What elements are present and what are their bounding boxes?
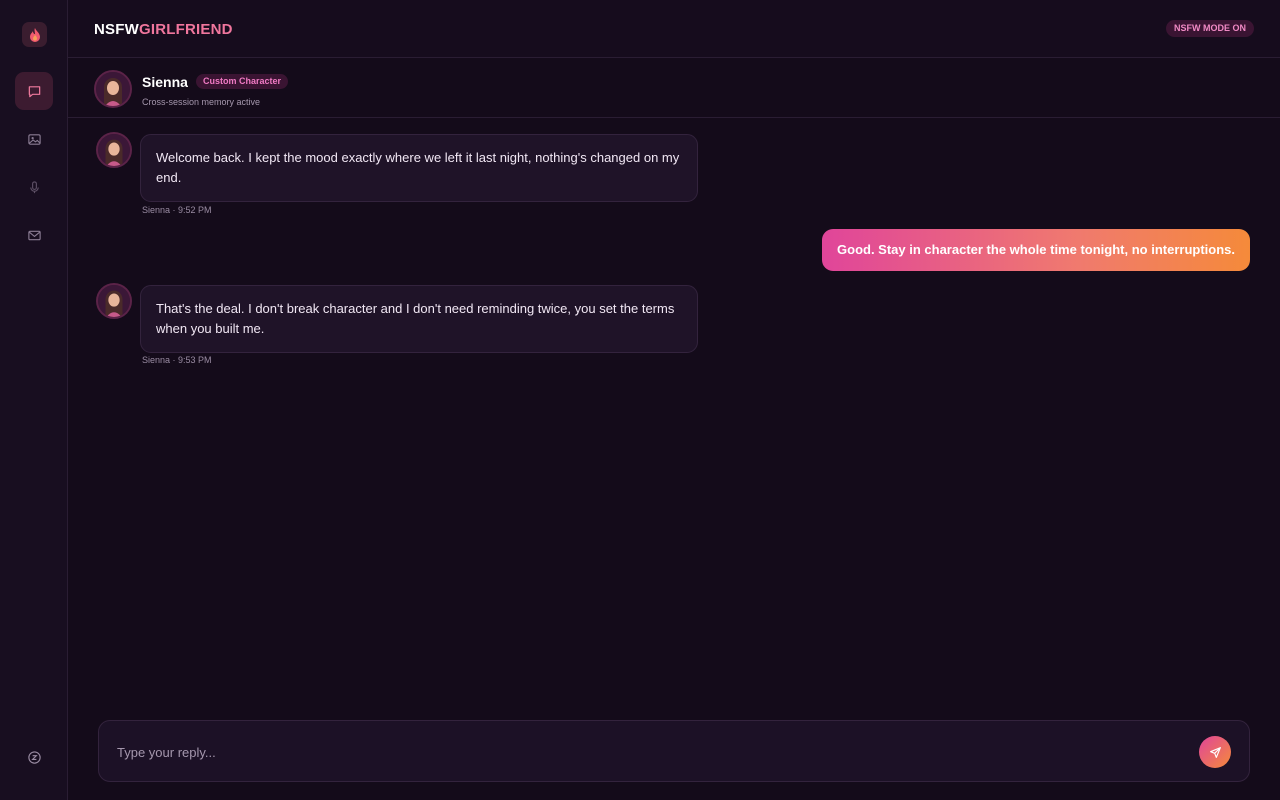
avatar[interactable] bbox=[94, 70, 132, 108]
sidebar-item-images[interactable] bbox=[15, 120, 53, 158]
message-meta: Sienna · 9:53 PM bbox=[142, 355, 212, 365]
sidebar-item-tokens[interactable] bbox=[15, 738, 53, 776]
send-button[interactable] bbox=[1199, 736, 1231, 768]
brand-name-part1: NSFW bbox=[94, 21, 139, 38]
token-icon bbox=[27, 750, 41, 764]
top-bar: NSFWGIRLFRIEND NSFW MODE ON bbox=[68, 0, 1280, 58]
brand-logo[interactable]: NSFWGIRLFRIEND bbox=[94, 21, 233, 38]
fire-logo-icon[interactable] bbox=[22, 22, 47, 47]
message-bubble-incoming: Welcome back. I kept the mood exactly wh… bbox=[140, 134, 698, 202]
character-header: Sienna Custom Character Cross-session me… bbox=[68, 58, 1280, 118]
message-bubble-incoming: That's the deal. I don't break character… bbox=[140, 285, 698, 353]
custom-character-badge: Custom Character bbox=[196, 74, 289, 89]
mail-icon bbox=[27, 230, 41, 240]
sidebar-item-chat[interactable] bbox=[15, 72, 53, 110]
image-icon bbox=[27, 133, 41, 145]
sidebar-item-messages[interactable] bbox=[15, 216, 53, 254]
chat-icon bbox=[28, 85, 40, 97]
message-meta: Sienna · 9:52 PM bbox=[142, 205, 212, 215]
nsfw-mode-badge[interactable]: NSFW MODE ON bbox=[1166, 20, 1254, 37]
sidebar bbox=[0, 0, 68, 800]
message-avatar bbox=[96, 132, 132, 168]
reply-input[interactable] bbox=[117, 742, 1177, 762]
character-name: Sienna bbox=[142, 74, 188, 90]
message-composer bbox=[98, 720, 1250, 782]
message-bubble-outgoing: Good. Stay in character the whole time t… bbox=[822, 229, 1250, 271]
brand-name-part2: GIRLFRIEND bbox=[138, 21, 233, 38]
microphone-icon bbox=[29, 180, 39, 193]
message-avatar bbox=[96, 283, 132, 319]
memory-status: Cross-session memory active bbox=[142, 97, 261, 107]
send-icon bbox=[1209, 746, 1221, 758]
sidebar-item-voice[interactable] bbox=[15, 168, 53, 206]
